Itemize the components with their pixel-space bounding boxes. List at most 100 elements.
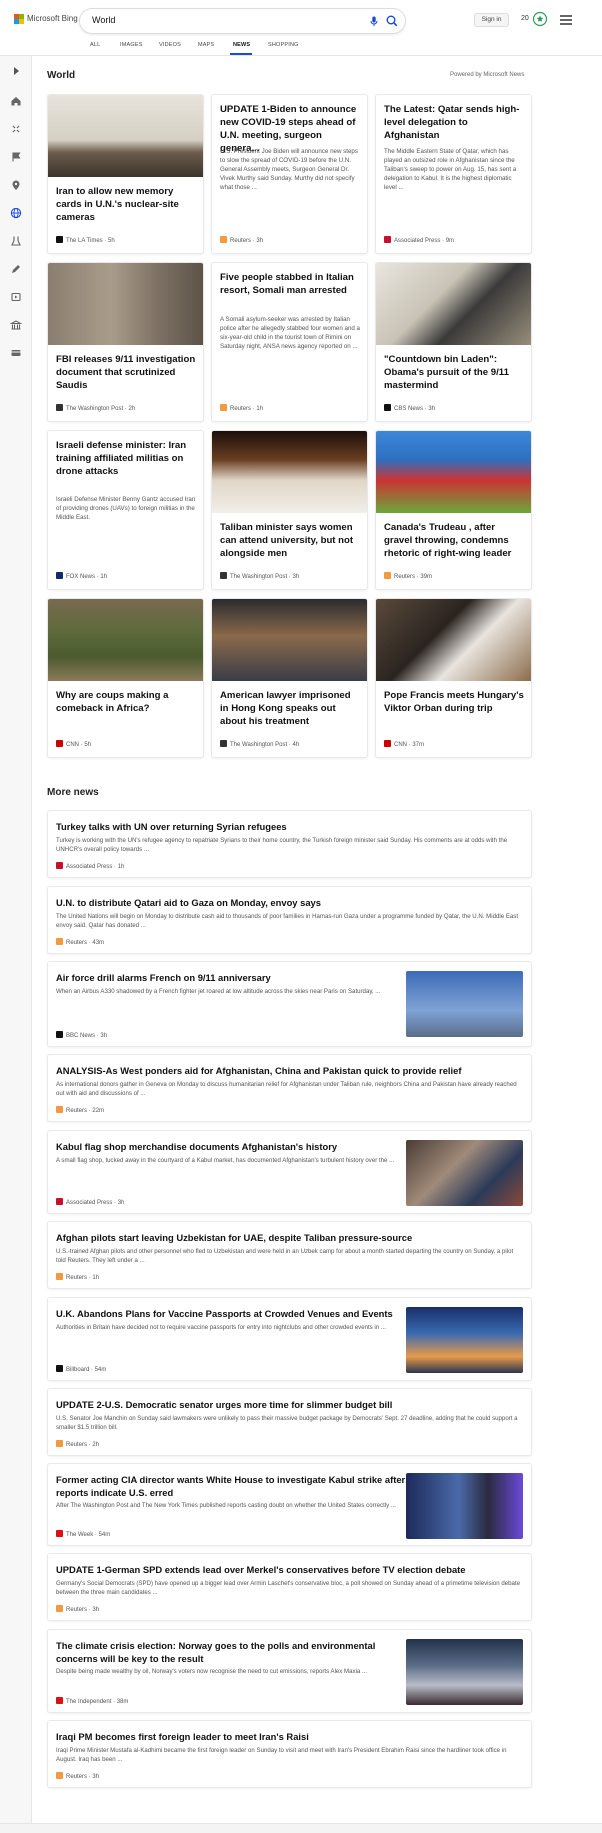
card-icon[interactable] — [10, 346, 22, 358]
more-news-item[interactable]: U.N. to distribute Qatari aid to Gaza on… — [47, 886, 532, 954]
more-news-source[interactable]: Reuters · 2h — [56, 1440, 99, 1448]
news-card-source[interactable]: CNN · 37m — [384, 740, 424, 748]
news-card-title[interactable]: Pope Francis meets Hungary's Viktor Orba… — [384, 689, 524, 715]
more-news-thumbnail[interactable] — [406, 1307, 523, 1373]
publisher-name[interactable]: BBC News — [66, 1033, 95, 1039]
news-card-image[interactable] — [48, 263, 203, 345]
news-card-source[interactable]: Reuters · 3h — [220, 236, 263, 244]
news-card-source[interactable]: The Washington Post · 4h — [220, 740, 299, 748]
more-news-title[interactable]: ANALYSIS-As West ponders aid for Afghani… — [56, 1064, 521, 1077]
more-news-item[interactable]: Turkey talks with UN over returning Syri… — [47, 810, 532, 878]
more-news-title[interactable]: The climate crisis election: Norway goes… — [56, 1639, 406, 1665]
globe-icon[interactable] — [10, 206, 22, 219]
publisher-name[interactable]: Reuters — [394, 574, 415, 580]
publisher-name[interactable]: The Independent — [66, 1699, 111, 1705]
publisher-name[interactable]: Billboard — [66, 1367, 89, 1373]
brand-name[interactable]: Microsoft Bing — [27, 14, 78, 23]
news-card-source[interactable]: The Washington Post · 2h — [56, 404, 135, 412]
technology-icon[interactable] — [10, 262, 22, 274]
search-box[interactable]: World — [80, 9, 405, 33]
rewards-icon[interactable] — [532, 11, 548, 27]
publisher-name[interactable]: The Week — [66, 1532, 93, 1538]
menu-icon[interactable] — [560, 15, 572, 25]
more-news-item[interactable]: Former acting CIA director wants White H… — [47, 1463, 532, 1546]
more-news-source[interactable]: Associated Press · 1h — [56, 862, 124, 870]
publisher-name[interactable]: The LA Times — [66, 238, 103, 244]
news-card-image[interactable] — [376, 599, 531, 681]
location-icon[interactable] — [10, 178, 22, 190]
publisher-name[interactable]: Reuters — [66, 940, 87, 946]
more-news-source[interactable]: Billboard · 54m — [56, 1365, 106, 1373]
microphone-icon[interactable] — [368, 15, 380, 27]
news-card-title[interactable]: Iran to allow new memory cards in U.N.'s… — [56, 185, 196, 224]
publisher-name[interactable]: Associated Press — [66, 864, 112, 870]
more-news-item[interactable]: Air force drill alarms French on 9/11 an… — [47, 961, 532, 1047]
news-card[interactable]: American lawyer imprisoned in Hong Kong … — [211, 598, 368, 758]
news-card[interactable]: "Countdown bin Laden": Obama's pursuit o… — [375, 262, 532, 422]
search-icon[interactable] — [385, 14, 399, 28]
news-card-source[interactable]: The LA Times · 5h — [56, 236, 115, 244]
more-news-source[interactable]: The Independent · 38m — [56, 1697, 128, 1705]
news-card-title[interactable]: American lawyer imprisoned in Hong Kong … — [220, 689, 360, 728]
more-news-source[interactable]: Reuters · 22m — [56, 1106, 104, 1114]
news-card-title[interactable]: FBI releases 9/11 investigation document… — [56, 353, 196, 392]
news-card-source[interactable]: Associated Press · 9m — [384, 236, 454, 244]
news-card-title[interactable]: Five people stabbed in Italian resort, S… — [220, 271, 360, 297]
news-card[interactable]: Five people stabbed in Italian resort, S… — [211, 262, 368, 422]
publisher-name[interactable]: The Washington Post — [230, 742, 287, 748]
money-icon[interactable] — [9, 318, 23, 330]
news-card-title[interactable]: "Countdown bin Laden": Obama's pursuit o… — [384, 353, 524, 392]
more-news-source[interactable]: Reuters · 43m — [56, 938, 104, 946]
more-news-source[interactable]: BBC News · 3h — [56, 1031, 107, 1039]
flag-icon[interactable] — [10, 150, 22, 162]
entertainment-icon[interactable] — [10, 290, 22, 302]
tab-all[interactable]: ALL — [90, 42, 100, 48]
more-news-source[interactable]: Reuters · 1h — [56, 1273, 99, 1281]
news-card[interactable]: The Latest: Qatar sends high-level deleg… — [375, 94, 532, 254]
publisher-name[interactable]: Associated Press — [394, 238, 440, 244]
more-news-item[interactable]: The climate crisis election: Norway goes… — [47, 1629, 532, 1713]
more-news-title[interactable]: UPDATE 2-U.S. Democratic senator urges m… — [56, 1398, 521, 1411]
tab-news[interactable]: NEWS — [233, 42, 250, 48]
publisher-name[interactable]: CNN — [394, 742, 407, 748]
news-card-title[interactable]: Taliban minister says women can attend u… — [220, 521, 360, 560]
publisher-name[interactable]: Associated Press — [66, 1200, 112, 1206]
news-card-source[interactable]: Reuters · 1h — [220, 404, 263, 412]
publisher-name[interactable]: Reuters — [230, 406, 251, 412]
powered-by[interactable]: Powered by Microsoft News — [450, 72, 524, 78]
news-card-image[interactable] — [48, 599, 203, 681]
news-card-title[interactable]: Canada's Trudeau , after gravel throwing… — [384, 521, 524, 560]
more-news-source[interactable]: Reuters · 3h — [56, 1605, 99, 1613]
news-card[interactable]: FBI releases 9/11 investigation document… — [47, 262, 204, 422]
publisher-name[interactable]: The Washington Post — [230, 574, 287, 580]
news-card[interactable]: Canada's Trudeau , after gravel throwing… — [375, 430, 532, 590]
more-news-item[interactable]: ANALYSIS-As West ponders aid for Afghani… — [47, 1054, 532, 1122]
more-news-thumbnail[interactable] — [406, 1473, 523, 1539]
news-card-source[interactable]: CBS News · 3h — [384, 404, 435, 412]
more-news-title[interactable]: U.K. Abandons Plans for Vaccine Passport… — [56, 1307, 406, 1320]
publisher-name[interactable]: Reuters — [66, 1275, 87, 1281]
more-news-title[interactable]: UPDATE 1-German SPD extends lead over Me… — [56, 1563, 521, 1576]
more-news-source[interactable]: Associated Press · 3h — [56, 1198, 124, 1206]
more-news-thumbnail[interactable] — [406, 971, 523, 1037]
more-news-thumbnail[interactable] — [406, 1140, 523, 1206]
more-news-item[interactable]: U.K. Abandons Plans for Vaccine Passport… — [47, 1297, 532, 1381]
more-news-title[interactable]: U.N. to distribute Qatari aid to Gaza on… — [56, 896, 521, 909]
more-news-item[interactable]: UPDATE 1-German SPD extends lead over Me… — [47, 1553, 532, 1621]
home-icon[interactable] — [10, 94, 22, 106]
sign-in-button[interactable]: Sign in — [474, 13, 509, 27]
news-card[interactable]: Taliban minister says women can attend u… — [211, 430, 368, 590]
news-card[interactable]: Israeli defense minister: Iran training … — [47, 430, 204, 590]
news-card-source[interactable]: CNN · 5h — [56, 740, 91, 748]
publisher-name[interactable]: Reuters — [230, 238, 251, 244]
more-news-title[interactable]: Turkey talks with UN over returning Syri… — [56, 820, 521, 833]
publisher-name[interactable]: CBS News — [394, 406, 423, 412]
more-news-title[interactable]: Iraqi PM becomes first foreign leader to… — [56, 1730, 521, 1743]
more-news-thumbnail[interactable] — [406, 1639, 523, 1705]
recommended-icon[interactable] — [10, 122, 22, 134]
more-news-title[interactable]: Kabul flag shop merchandise documents Af… — [56, 1140, 406, 1153]
rewards-points[interactable]: 20 — [521, 15, 529, 22]
news-card[interactable]: Pope Francis meets Hungary's Viktor Orba… — [375, 598, 532, 758]
publisher-name[interactable]: Reuters — [66, 1774, 87, 1780]
news-card[interactable]: Iran to allow new memory cards in U.N.'s… — [47, 94, 204, 254]
